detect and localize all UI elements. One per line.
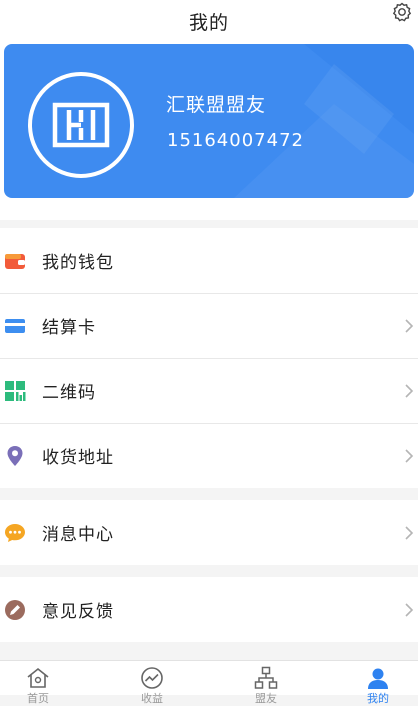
app-logo-avatar xyxy=(28,72,134,178)
profile-section: 汇联盟盟友 15164007472 xyxy=(0,42,418,220)
menu-item-label: 消息中心 xyxy=(42,525,114,545)
tab-allies[interactable]: 盟友 xyxy=(236,661,296,705)
hl-logo-icon xyxy=(52,102,110,148)
page-title: 我的 xyxy=(188,11,229,34)
feedback-icon xyxy=(4,599,26,621)
tab-label: 收益 xyxy=(141,692,163,705)
user-phone: 15164007472 xyxy=(167,130,304,151)
user-icon xyxy=(368,668,388,689)
tab-label: 首页 xyxy=(27,692,49,705)
menu-item-label: 二维码 xyxy=(42,383,96,403)
network-icon xyxy=(254,666,278,689)
menu-item-qrcode[interactable]: 二维码 xyxy=(0,358,418,423)
menu-item-label: 结算卡 xyxy=(42,318,96,338)
menu-group-1: 我的钱包 结算卡 二维码 收货地址 xyxy=(0,228,418,488)
chevron-right-icon xyxy=(405,318,414,333)
chevron-right-icon xyxy=(405,602,414,617)
tab-earnings[interactable]: 收益 xyxy=(122,661,182,705)
chevron-right-icon xyxy=(405,383,414,398)
trend-icon xyxy=(141,667,163,689)
menu-item-address[interactable]: 收货地址 xyxy=(0,423,418,488)
card-icon xyxy=(4,315,26,337)
menu-item-label: 收货地址 xyxy=(42,448,114,468)
user-nickname: 汇联盟盟友 xyxy=(166,94,267,116)
profile-card[interactable]: 汇联盟盟友 15164007472 xyxy=(4,44,414,198)
menu-item-settlement-card[interactable]: 结算卡 xyxy=(0,293,418,358)
menu-group-3: 意见反馈 xyxy=(0,577,418,642)
tab-me[interactable]: 我的 xyxy=(348,661,408,705)
settings-gear-icon[interactable] xyxy=(392,2,412,22)
location-icon xyxy=(4,445,26,467)
tab-label: 我的 xyxy=(367,692,389,705)
tab-label: 盟友 xyxy=(255,692,277,705)
wallet-icon xyxy=(4,250,26,272)
message-icon xyxy=(4,522,26,544)
menu-item-label: 我的钱包 xyxy=(42,253,114,273)
chevron-right-icon xyxy=(405,448,414,463)
qrcode-icon xyxy=(4,380,26,402)
bottom-tab-bar: 首页 收益 盟友 我的 xyxy=(0,660,418,705)
menu-item-feedback[interactable]: 意见反馈 xyxy=(0,577,418,642)
menu-item-label: 意见反馈 xyxy=(42,602,114,622)
menu-item-messages[interactable]: 消息中心 xyxy=(0,500,418,565)
menu-group-2: 消息中心 xyxy=(0,500,418,565)
page-header: 我的 xyxy=(0,0,418,42)
tab-home[interactable]: 首页 xyxy=(8,661,68,705)
home-icon xyxy=(27,667,49,688)
chevron-right-icon xyxy=(405,525,414,540)
menu-item-wallet[interactable]: 我的钱包 xyxy=(0,228,418,293)
